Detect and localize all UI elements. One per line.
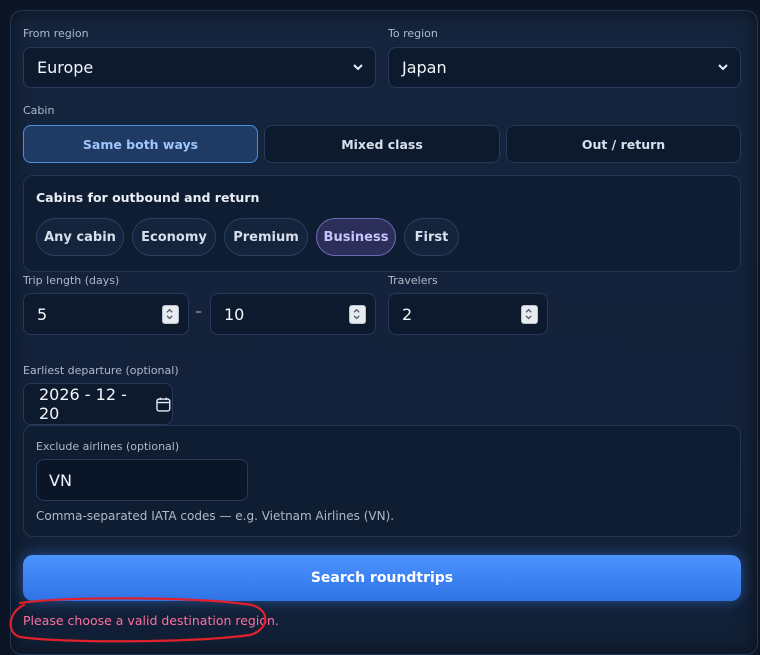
spinner-arrows-icon[interactable] <box>162 305 179 324</box>
from-region-value: Europe <box>37 58 94 77</box>
exclude-airlines-label: Exclude airlines (optional) <box>36 440 180 453</box>
departure-date-input[interactable]: 2026 - 12 - 20 <box>23 383 173 425</box>
trip-max-input[interactable]: 10 <box>210 293 376 335</box>
travelers-value: 2 <box>402 304 413 324</box>
departure-label: Earliest departure (optional) <box>23 364 179 377</box>
exclude-airlines-input[interactable]: VN <box>36 459 248 501</box>
to-region-value: Japan <box>402 58 447 77</box>
cabin-chip-any[interactable]: Any cabin <box>36 218 124 256</box>
to-region-select[interactable]: Japan <box>388 47 741 88</box>
exclude-airlines-value: VN <box>49 470 72 490</box>
spinner-arrows-icon[interactable] <box>521 305 538 324</box>
cabin-mode-mixed[interactable]: Mixed class <box>264 125 500 163</box>
cabin-mode-same[interactable]: Same both ways <box>23 125 258 163</box>
trip-length-label: Trip length (days) <box>23 274 120 287</box>
chevron-down-icon <box>718 64 728 71</box>
calendar-icon[interactable] <box>155 396 172 413</box>
departure-date-value: 2026 - 12 - 20 <box>39 385 127 423</box>
cabin-label: Cabin <box>23 104 55 117</box>
cabin-chip-first[interactable]: First <box>404 218 459 256</box>
cabin-box-title: Cabins for outbound and return <box>36 190 260 205</box>
trip-min-value: 5 <box>37 304 48 324</box>
from-region-select[interactable]: Europe <box>23 47 376 88</box>
exclude-airlines-hint: Comma-separated IATA codes — e.g. Vietna… <box>36 509 395 523</box>
chevron-down-icon <box>353 64 363 71</box>
from-region-label: From region <box>23 27 89 40</box>
cabin-chip-premium[interactable]: Premium <box>224 218 308 256</box>
cabin-mode-out-return[interactable]: Out / return <box>506 125 741 163</box>
travelers-input[interactable]: 2 <box>388 293 548 335</box>
error-message: Please choose a valid destination region… <box>23 613 279 628</box>
search-roundtrips-button[interactable]: Search roundtrips <box>23 555 741 601</box>
spinner-arrows-icon[interactable] <box>349 305 366 324</box>
cabin-chip-business[interactable]: Business <box>316 218 396 256</box>
travelers-label: Travelers <box>388 274 438 287</box>
trip-range-separator: – <box>195 304 202 320</box>
trip-max-value: 10 <box>224 304 245 324</box>
trip-min-input[interactable]: 5 <box>23 293 189 335</box>
to-region-label: To region <box>388 27 438 40</box>
cabin-chip-economy[interactable]: Economy <box>132 218 216 256</box>
